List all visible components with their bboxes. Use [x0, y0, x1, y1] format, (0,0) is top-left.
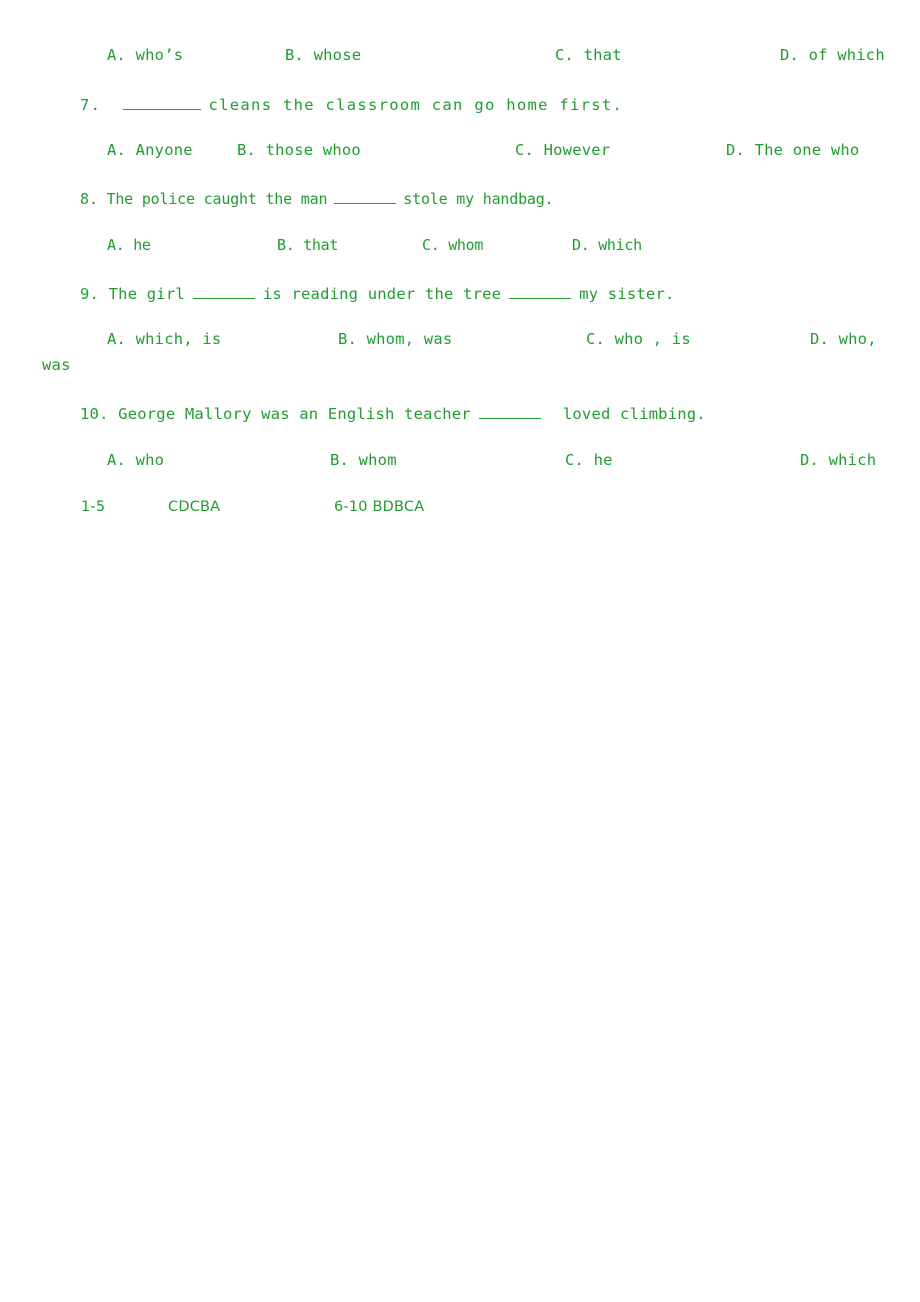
question-10-number: 10.: [80, 405, 109, 424]
question-8-number: 8.: [80, 189, 98, 208]
question-9-blank-1: [192, 285, 255, 300]
question-9-spacer-1: [99, 285, 109, 303]
option-c-q8: C. whom: [422, 236, 484, 254]
document-page: A. who’s B. whose C. that D. of which 7.…: [0, 0, 920, 1302]
answer-key-range-2: 6-10 BDBCA: [334, 499, 425, 515]
question-8-text-after: stole my handbag.: [403, 189, 554, 208]
option-a-q8: A. he: [107, 236, 151, 254]
option-b-q7: B. those whoo: [237, 141, 361, 159]
option-b-q8: B. that: [277, 236, 339, 254]
question-7-text-after: cleans the classroom can go home first.: [208, 96, 624, 115]
question-8-stem: 8. The police caught the man stole my han…: [80, 189, 554, 208]
option-c-q9: C. who , is: [586, 330, 691, 348]
question-9-stem: 9. The girl is reading under the tree my s…: [80, 285, 675, 303]
answer-key-range-1-label: 1-5: [81, 499, 106, 515]
question-10-text-after: loved climbing.: [562, 405, 706, 424]
option-b-q6: B. whose: [285, 46, 362, 64]
question-8-blank: [334, 190, 397, 204]
option-a-q10: A. who: [107, 451, 165, 469]
question-10-blank: [478, 405, 541, 420]
question-10-spacer: [109, 405, 119, 423]
option-a-q7: A. Anyone: [107, 141, 193, 159]
option-c-q10: C. he: [565, 451, 613, 469]
option-d-q9: D. who,: [810, 330, 877, 348]
question-10-stem: 10. George Mallory was an English teache…: [80, 405, 706, 423]
question-9-text-part2: is reading under the tree: [262, 285, 502, 304]
option-d-q7: D. The one who: [726, 141, 860, 159]
option-a-q9: A. which, is: [107, 330, 222, 348]
option-d-q9-continuation: was: [42, 356, 71, 374]
question-7-number: 7.: [80, 96, 102, 115]
question-9-text-part1: The girl: [108, 285, 185, 304]
question-7-spacer: [101, 96, 122, 114]
question-7-stem: 7. cleans the classroom can go home firs…: [80, 96, 623, 114]
option-c-q7: C. However: [515, 141, 611, 159]
option-b-q9: B. whom, was: [338, 330, 453, 348]
question-9-number: 9.: [80, 285, 100, 304]
question-10-text-before: George Mallory was an English teacher: [118, 405, 471, 424]
option-a-q6: A. who’s: [107, 46, 184, 64]
question-9-text-part3: my sister.: [579, 285, 675, 304]
question-9-blank-2: [509, 285, 572, 300]
question-8-text-before: The police caught the man: [106, 189, 328, 208]
answer-key-range-1-answers: CDCBA: [168, 499, 221, 515]
option-d-q6: D. of which: [780, 46, 885, 64]
option-b-q10: B. whom: [330, 451, 397, 469]
option-d-q8: D. which: [572, 236, 642, 254]
option-c-q6: C. that: [555, 46, 622, 64]
question-7-blank: [122, 96, 201, 111]
question-8-spacer: [98, 190, 107, 208]
option-d-q10: D. which: [800, 451, 877, 469]
